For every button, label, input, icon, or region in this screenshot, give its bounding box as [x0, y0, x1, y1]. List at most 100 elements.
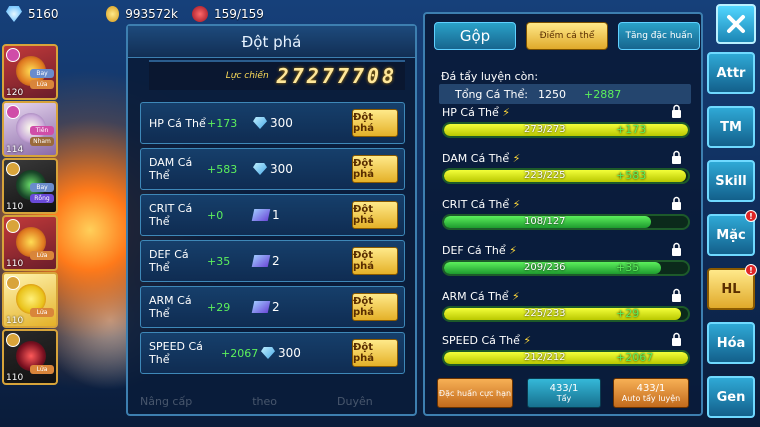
lock-icon[interactable]: [671, 242, 682, 256]
coin-counter: 993572k: [100, 3, 184, 25]
total-bonus: +2887: [583, 87, 622, 101]
gem-icon: [253, 163, 267, 175]
nav-tm[interactable]: TM: [707, 106, 755, 148]
lock-icon[interactable]: [671, 150, 682, 164]
element-badge: [6, 105, 20, 119]
alert-icon: !: [745, 210, 757, 222]
type-tag: Nham: [30, 137, 54, 146]
breakthrough-row: SPEED Cá Thể +2067 300 Đột phá: [140, 332, 405, 374]
breakthrough-button[interactable]: Đột phá: [352, 339, 398, 367]
cost: 1: [251, 208, 333, 222]
tab-special-training[interactable]: Tăng đặc huấn: [618, 22, 700, 50]
nav-gen[interactable]: Gen: [707, 376, 755, 418]
nav-label: HL: [721, 281, 741, 297]
nav-skill[interactable]: Skill: [707, 160, 755, 202]
team-slot[interactable]: Lửa 110: [2, 272, 58, 328]
potion-icon: [192, 6, 208, 22]
button-label: Đặc huấn cực hạn: [438, 388, 512, 398]
progress-bar: 273/273 +173: [442, 122, 690, 138]
breakthrough-row: CRIT Cá Thể +0 1 Đột phá: [140, 194, 405, 236]
button-label: Auto tẩy luyện: [621, 394, 681, 403]
wash-button[interactable]: 433/1 Tẩy: [527, 378, 601, 408]
scroll-icon: [251, 209, 271, 221]
gem-icon: [253, 117, 267, 129]
stamina-value: 159/159: [214, 7, 264, 21]
level-label: 114: [6, 145, 24, 155]
auto-wash-button[interactable]: 433/1 Auto tẩy luyện: [613, 378, 689, 408]
power-label: Lực chiến: [225, 71, 269, 81]
breakthrough-button[interactable]: Đột phá: [352, 155, 398, 183]
stat-value: 273/273: [524, 124, 566, 135]
tab-individual-points[interactable]: Điểm cá thể: [526, 22, 608, 50]
breakthrough-button[interactable]: Đột phá: [352, 247, 398, 275]
stat-name: SPEED Cá Thể ⚡: [442, 334, 532, 347]
element-badge: [6, 162, 20, 176]
bolt-icon: ⚡: [512, 198, 521, 211]
team-slot[interactable]: Lửa 110: [2, 215, 58, 271]
cost: 2: [251, 300, 333, 314]
nav-hl[interactable]: HL!: [707, 264, 757, 310]
stat-row: CRIT Cá Thể ⚡ 108/127: [442, 196, 690, 230]
stat-bonus: +2067: [616, 351, 654, 364]
total-stat: Tổng Cá Thể: 1250 +2887: [439, 84, 691, 104]
lock-icon[interactable]: [671, 196, 682, 210]
coin-icon: [106, 6, 120, 22]
stat-bonus: +2067: [221, 346, 259, 360]
stat-row: DAM Cá Thể ⚡ 223/225 +583: [442, 150, 690, 184]
nav-mặc[interactable]: Mặc!: [707, 210, 757, 256]
training-panel: Gộp Điểm cá thể Tăng đặc huấn Đá tẩy luy…: [423, 12, 703, 416]
type-tag: Tiên: [30, 126, 54, 135]
footer-item: Nâng cấp: [140, 395, 193, 408]
lock-icon[interactable]: [671, 288, 682, 302]
nav-hóa[interactable]: Hóa: [707, 322, 755, 364]
stat-bonus: +583: [616, 169, 647, 182]
lock-icon[interactable]: [671, 104, 682, 118]
breakthrough-button[interactable]: Đột phá: [352, 293, 398, 321]
type-tag: Lửa: [30, 365, 54, 374]
cost-value: 2: [272, 254, 280, 268]
breakthrough-button[interactable]: Đột phá: [352, 109, 398, 137]
type-tag: Bay: [30, 69, 54, 78]
team-slot[interactable]: Lửa 110: [2, 329, 58, 385]
nav-label: Hóa: [716, 335, 746, 351]
cost-value: 2: [272, 300, 280, 314]
close-button[interactable]: [716, 4, 756, 44]
total-value: 1250: [537, 87, 566, 101]
breakthrough-row: HP Cá Thể +173 300 Đột phá: [140, 102, 405, 144]
stat-value: 209/236: [524, 262, 566, 273]
bolt-icon: ⚡: [512, 290, 520, 303]
stat-name: CRIT Cá Thể: [149, 202, 193, 228]
team-slot[interactable]: Tiên Nham 114: [2, 101, 58, 157]
alert-icon: !: [745, 264, 757, 276]
stat-name: DAM Cá Thể ⚡: [442, 152, 521, 165]
stat-value: 212/212: [524, 352, 566, 363]
bolt-icon: ⚡: [502, 106, 511, 119]
gem-icon: [261, 347, 275, 359]
nav-label: Mặc: [716, 227, 746, 243]
extreme-training-button[interactable]: Đặc huấn cực hạn: [437, 378, 513, 408]
type-tag: Lửa: [30, 80, 54, 89]
stat-name: DAM Cá Thể: [149, 156, 193, 182]
team-slot[interactable]: Bay Rồng 110: [2, 158, 58, 214]
stat-bonus: +29: [616, 307, 640, 320]
tab-merge[interactable]: Gộp: [434, 22, 516, 50]
cost-value: 300: [278, 346, 301, 360]
stone-count: 433/1: [549, 383, 579, 394]
team-slot[interactable]: Bay Lửa 120: [2, 44, 58, 100]
nav-label: Gen: [716, 389, 746, 405]
lock-icon[interactable]: [671, 332, 682, 346]
cost: 300: [261, 346, 333, 360]
stat-value: 225/233: [524, 308, 566, 319]
gold-counter: 5160: [0, 3, 100, 25]
stat-name: HP Cá Thể: [149, 116, 206, 130]
cost-value: 300: [270, 116, 293, 130]
breakthrough-button[interactable]: Đột phá: [352, 201, 398, 229]
cost: 300: [253, 116, 333, 130]
coin-value: 993572k: [125, 7, 178, 21]
type-tag: Rồng: [30, 194, 54, 203]
training-tabs: Gộp Điểm cá thể Tăng đặc huấn: [434, 22, 700, 50]
panel-title: Đột phá: [128, 26, 415, 58]
progress-bar: 108/127: [442, 214, 690, 230]
nav-attr[interactable]: Attr: [707, 52, 755, 94]
stone-count: 433/1: [636, 383, 666, 394]
